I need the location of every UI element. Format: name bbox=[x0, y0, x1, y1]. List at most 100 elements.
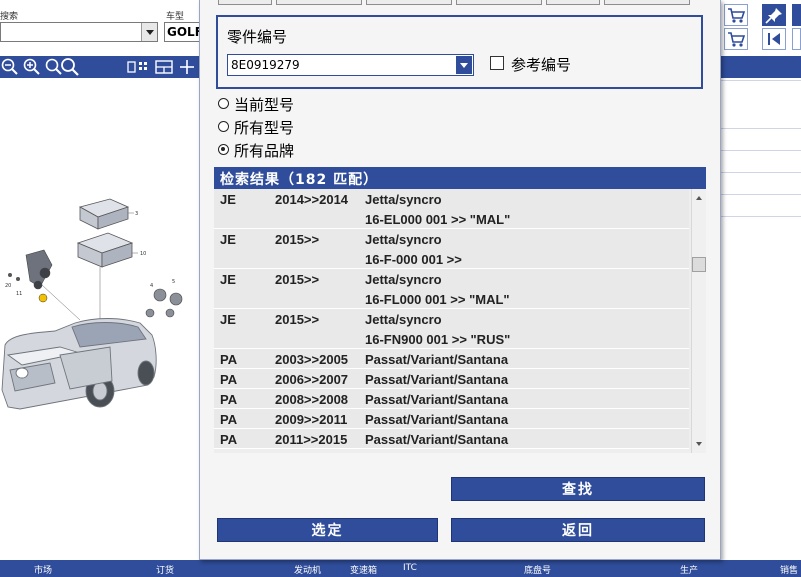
part-search-dialog: 零件编号 8E0919279 参考编号 当前型号 所有型号 所有品牌 检索结果（… bbox=[199, 0, 721, 560]
radio-label[interactable]: 当前型号 bbox=[234, 94, 294, 115]
svg-text:3: 3 bbox=[135, 211, 138, 217]
status-chassis[interactable]: 底盘号 bbox=[524, 563, 551, 576]
radio-button[interactable] bbox=[218, 98, 229, 109]
zoom-in-icon[interactable] bbox=[22, 57, 42, 77]
radio-label[interactable]: 所有品牌 bbox=[234, 140, 294, 161]
search-label: 搜索 bbox=[0, 12, 19, 22]
select-button[interactable]: 选定 bbox=[217, 518, 438, 542]
status-bar: 市场 订货 发动机 变速箱 ITC 底盘号 生产 销售 bbox=[0, 560, 801, 577]
first-page-icon[interactable] bbox=[762, 28, 786, 50]
result-row[interactable]: PA 2006>>2007 Passat/Variant/Santana bbox=[214, 369, 689, 389]
pin-icon[interactable] bbox=[762, 4, 786, 26]
status-engine[interactable]: 发动机 bbox=[294, 563, 321, 576]
top-tab[interactable] bbox=[546, 0, 600, 5]
layout-icon[interactable] bbox=[154, 57, 174, 77]
part-number-label: 零件编号 bbox=[227, 28, 288, 46]
result-row[interactable]: PA 2009>>2011 Passat/Variant/Santana bbox=[214, 409, 689, 429]
result-code: JE bbox=[220, 312, 236, 327]
result-code: PA bbox=[220, 372, 238, 387]
move-icon[interactable] bbox=[177, 57, 197, 77]
top-tab[interactable] bbox=[276, 0, 362, 5]
scroll-down-icon[interactable] bbox=[692, 437, 706, 451]
status-sales[interactable]: 销售 bbox=[780, 563, 798, 576]
result-row[interactable]: PA 2011>>2015 Passat/Variant/Santana bbox=[214, 429, 689, 449]
results-scrollbar[interactable] bbox=[691, 189, 706, 453]
result-row[interactable]: PA 2008>>2008 Passat/Variant/Santana bbox=[214, 389, 689, 409]
model-field[interactable]: GOLF bbox=[164, 22, 204, 42]
status-order[interactable]: 订货 bbox=[156, 563, 174, 576]
status-itc[interactable]: ITC bbox=[403, 563, 417, 573]
result-code: JE bbox=[220, 192, 236, 207]
result-years: 2015>> bbox=[275, 312, 320, 327]
result-years: 2008>>2008 bbox=[275, 392, 349, 407]
car-illustration: 3 10 20 11 4 5 bbox=[1, 198, 183, 410]
status-production[interactable]: 生产 bbox=[680, 563, 698, 576]
grid-view-icon[interactable] bbox=[126, 57, 152, 77]
result-model: Passat/Variant/Santana bbox=[365, 352, 509, 367]
svg-text:20: 20 bbox=[5, 283, 11, 289]
result-model: Passat/Variant/Santana bbox=[365, 432, 509, 447]
chevron-down-icon[interactable] bbox=[456, 56, 472, 74]
background-left-panel: 搜索 车型 GOLF 3 10 20 11 4 5 bbox=[0, 0, 204, 560]
divider bbox=[720, 150, 801, 151]
part-number-value[interactable]: 8E0919279 bbox=[231, 58, 300, 72]
result-years: 2011>>2015 bbox=[275, 432, 348, 447]
chevron-down-icon[interactable] bbox=[141, 23, 157, 41]
radio-button[interactable] bbox=[218, 121, 229, 132]
top-tab[interactable] bbox=[366, 0, 452, 5]
svg-text:4: 4 bbox=[150, 283, 153, 289]
svg-text:11: 11 bbox=[16, 291, 22, 297]
result-code: PA bbox=[220, 432, 238, 447]
background-right-panel bbox=[720, 0, 801, 560]
cart-list-icon[interactable] bbox=[724, 28, 748, 50]
top-tab[interactable] bbox=[456, 0, 542, 5]
result-row[interactable]: JE 2015>> Jetta/syncro 16-FL000 001 >> "MAL… bbox=[214, 269, 689, 309]
result-row[interactable]: JE 2015>> Jetta/syncro 16-F-000 001 >> bbox=[214, 229, 689, 269]
search-icon[interactable] bbox=[60, 57, 80, 77]
search-combo[interactable] bbox=[0, 22, 158, 42]
top-tab[interactable] bbox=[218, 0, 272, 5]
prev-page-icon[interactable] bbox=[792, 28, 801, 50]
result-row[interactable]: JE 2014>>2014 Jetta/syncro 16-EL000 001 >> … bbox=[214, 189, 689, 229]
search-button[interactable]: 查找 bbox=[451, 477, 705, 501]
result-years: 2014>>2014 bbox=[275, 192, 349, 207]
divider bbox=[720, 80, 801, 81]
result-detail: 16-FL000 001 >> "MAL" bbox=[365, 292, 510, 307]
back-button[interactable]: 返回 bbox=[451, 518, 705, 542]
status-gearbox[interactable]: 变速箱 bbox=[350, 563, 377, 576]
radio-button[interactable] bbox=[218, 144, 229, 155]
result-model: Jetta/syncro bbox=[365, 232, 442, 247]
result-row[interactable]: JE 2015>> Jetta/syncro 16-FN900 001 >> "RUS… bbox=[214, 309, 689, 349]
divider bbox=[720, 194, 801, 195]
results-header: 检索结果（182 匹配） bbox=[214, 167, 706, 189]
divider bbox=[720, 128, 801, 129]
result-detail: 16-FN900 001 >> "RUS" bbox=[365, 332, 511, 347]
result-model: Passat/Variant/Santana bbox=[365, 412, 509, 427]
result-model: Jetta/syncro bbox=[365, 272, 442, 287]
model-label: 车型 bbox=[166, 12, 185, 22]
result-row[interactable]: PA 2003>>2005 Passat/Variant/Santana bbox=[214, 349, 689, 369]
zoom-out-icon[interactable] bbox=[0, 57, 20, 77]
cart-icon[interactable] bbox=[724, 4, 748, 26]
divider bbox=[720, 172, 801, 173]
result-detail: 16-EL000 001 >> "MAL" bbox=[365, 212, 511, 227]
divider bbox=[720, 216, 801, 217]
result-code: PA bbox=[220, 392, 238, 407]
reference-number-label[interactable]: 参考编号 bbox=[511, 54, 571, 75]
top-tab[interactable] bbox=[604, 0, 690, 5]
svg-text:10: 10 bbox=[140, 251, 146, 257]
result-model: Jetta/syncro bbox=[365, 192, 442, 207]
radio-label[interactable]: 所有型号 bbox=[234, 117, 294, 138]
part-number-combo[interactable]: 8E0919279 bbox=[227, 54, 474, 76]
reference-number-checkbox[interactable] bbox=[490, 56, 504, 70]
status-market[interactable]: 市场 bbox=[34, 563, 52, 576]
result-model: Jetta/syncro bbox=[365, 312, 442, 327]
right-header-bar bbox=[720, 56, 801, 78]
extra-icon[interactable] bbox=[792, 4, 801, 26]
result-code: JE bbox=[220, 232, 236, 247]
scroll-thumb[interactable] bbox=[692, 257, 706, 272]
result-code: PA bbox=[220, 352, 238, 367]
result-years: 2015>> bbox=[275, 232, 320, 247]
scroll-up-icon[interactable] bbox=[692, 191, 706, 205]
results-list: JE 2014>>2014 Jetta/syncro 16-EL000 001 >> … bbox=[214, 189, 706, 453]
